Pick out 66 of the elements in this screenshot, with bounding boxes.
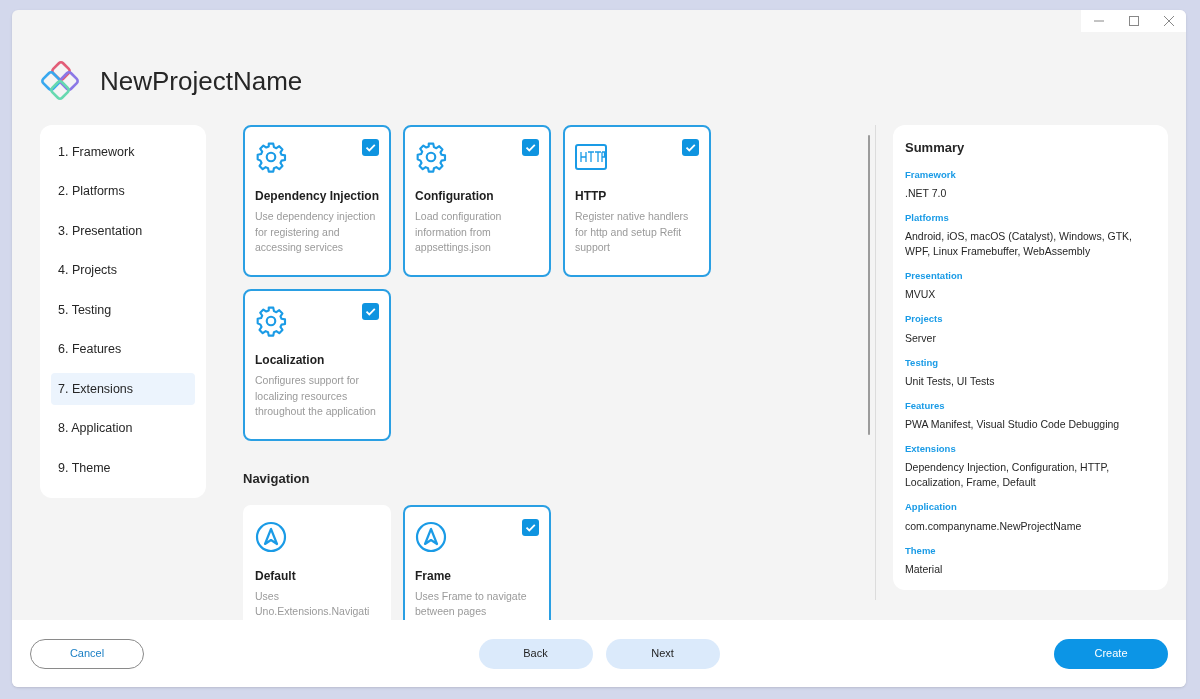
extension-card[interactable]: Configuration Load configuration information from appsettings.json [403, 125, 551, 277]
summary-value: Dependency Injection, Configuration, HTTP, Localization, Frame, Default [905, 460, 1111, 491]
summary-title: Summary [905, 139, 966, 157]
checkbox[interactable] [362, 139, 379, 156]
card-description: Configures support for localizing resources throughout the application [255, 373, 377, 419]
step-item[interactable]: 5. Testing [51, 294, 195, 326]
logo-icon [40, 61, 80, 101]
summary-value: Unit Tests, UI Tests [905, 373, 996, 389]
card-description: Use dependency injection for registering and accessing services [255, 209, 377, 255]
gear-icon [415, 141, 447, 173]
card-description: Uses Uno.Extensions.Navigati [255, 588, 371, 619]
step-item[interactable]: 3. Presentation [51, 215, 195, 247]
step-item[interactable]: 6. Features [51, 333, 195, 366]
extension-card[interactable]: Frame Uses Frame to navigate between pages [403, 504, 551, 620]
step-item[interactable]: 7. Extensions [51, 373, 195, 405]
summary-label: Features [905, 398, 946, 413]
gear-icon [255, 305, 287, 337]
card-title: HTTP [575, 188, 608, 205]
section-heading: Navigation [243, 470, 311, 488]
summary-label: Framework [905, 167, 957, 182]
summary-label: Platforms [905, 210, 950, 225]
footer-button[interactable]: Back [478, 638, 593, 669]
card-title: Frame [415, 567, 453, 585]
summary-label: Theme [905, 543, 937, 558]
card-description: Uses Frame to navigate between pages [415, 588, 528, 619]
summary-label: Projects [905, 312, 944, 327]
checkbox[interactable] [682, 139, 699, 156]
summary-label: Presentation [905, 269, 964, 283]
footer-button[interactable]: Next [605, 638, 720, 669]
step-item[interactable]: 1. Framework [51, 136, 195, 168]
navigation-icon [415, 520, 447, 553]
card-title: Default [255, 567, 297, 585]
extension-card[interactable]: Default Uses Uno.Extensions.Navigati [243, 504, 391, 620]
extension-card[interactable]: Dependency Injection Use dependency injection for registering and accessing services [243, 125, 391, 277]
gear-icon [255, 141, 287, 173]
card-title: Configuration [415, 188, 495, 205]
card-description: Register native handlers for http and setup Refit support [575, 209, 690, 255]
step-item[interactable]: 8. Application [51, 412, 195, 445]
http-icon [575, 144, 607, 170]
step-item[interactable]: 9. Theme [51, 452, 195, 484]
maximize-icon[interactable] [1128, 16, 1139, 26]
summary-label: Testing [905, 355, 940, 370]
card-description: Load configuration information from appsettings.json [415, 209, 503, 255]
checkbox[interactable] [522, 518, 539, 536]
checkbox[interactable] [362, 303, 379, 320]
scrollbar[interactable] [868, 135, 870, 435]
navigation-icon [255, 520, 287, 553]
summary-value: Material [905, 561, 944, 577]
project-title: NewProjectName [100, 64, 303, 98]
close-icon[interactable] [1163, 16, 1174, 26]
summary-value: com.companyname.NewProjectName [905, 518, 1083, 534]
step-item[interactable]: 2. Platforms [51, 175, 195, 208]
card-title: Dependency Injection [255, 188, 379, 205]
summary-label: Application [905, 500, 958, 515]
extension-card[interactable]: Localization Configures support for localizing resources throughout the application [243, 289, 391, 441]
card-title: Localization [255, 352, 326, 369]
summary-value: PWA Manifest, Visual Studio Code Debugging [905, 417, 1121, 432]
step-item[interactable]: 4. Projects [51, 254, 195, 287]
summary-value: MVUX [905, 287, 937, 303]
summary-value: Android, iOS, macOS (Catalyst), Windows, GTK, WPF, Linux Framebuffer, WebAssembly [905, 229, 1133, 259]
footer-button[interactable]: Cancel [30, 638, 144, 669]
summary-value: Server [905, 330, 937, 346]
summary-label: Extensions [905, 442, 957, 456]
checkbox[interactable] [522, 139, 539, 156]
extension-card[interactable]: HTTP Register native handlers for http and setup Refit support [563, 125, 711, 277]
summary-value: .NET 7.0 [905, 185, 948, 201]
